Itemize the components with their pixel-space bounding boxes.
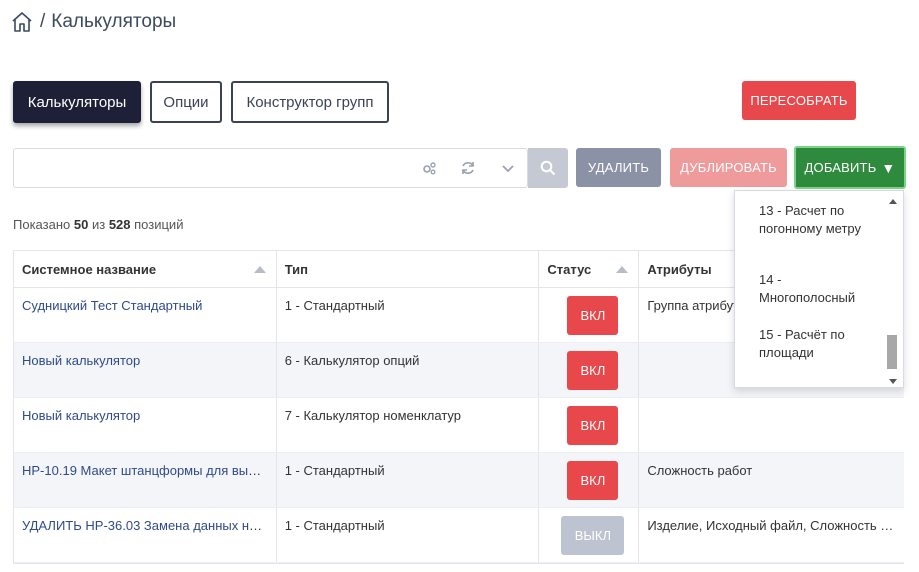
shown-count: 50 — [73, 217, 89, 232]
sort-asc-icon — [253, 266, 266, 273]
top-header: / Калькуляторы — [0, 0, 919, 52]
scroll-up-icon[interactable] — [889, 199, 897, 204]
add-dropdown-menu: 13 - Расчет по погонному метру 14 - Мног… — [734, 190, 904, 388]
status-toggle[interactable]: ВКЛ — [567, 406, 619, 445]
tab-label: Конструктор групп — [246, 93, 374, 111]
calculator-link[interactable]: Судницкий Тест Стандартный — [22, 298, 202, 313]
status-toggle[interactable]: ВКЛ — [567, 351, 619, 390]
cell-name[interactable]: Новый калькулятор — [14, 398, 277, 452]
header-label: Тип — [284, 262, 308, 277]
refresh-icon[interactable] — [460, 160, 476, 176]
status-label: ВКЛ — [580, 363, 606, 378]
attributes-text: Сложность работ — [647, 463, 753, 478]
attributes-text: Изделие, Исходный файл, Сложность работ — [647, 518, 905, 533]
cell-status: ВКЛ — [539, 288, 640, 342]
add-label: ДОБАВИТЬ — [804, 160, 877, 175]
type-text: 1 - Стандартный — [284, 463, 385, 478]
header-label: Системное название — [22, 262, 157, 277]
home-icon[interactable] — [10, 10, 34, 34]
settings-icon[interactable] — [421, 160, 437, 176]
table-row: УДАЛИТЬ НР-36.03 Замена данных на макете… — [14, 508, 904, 563]
status-label: ВКЛ — [580, 308, 606, 323]
breadcrumb: / Калькуляторы — [10, 10, 176, 34]
summary-prefix: Показано — [13, 217, 71, 232]
column-header-type[interactable]: Тип — [277, 251, 540, 287]
caret-down-icon: ▼ — [881, 159, 896, 176]
breadcrumb-separator: / — [40, 11, 46, 32]
cell-attributes: Сложность работ — [639, 453, 904, 507]
scrollbar-thumb[interactable] — [887, 335, 897, 369]
cell-attributes — [639, 398, 904, 452]
tab-calculators[interactable]: Калькуляторы — [13, 81, 141, 123]
tab-label: Калькуляторы — [27, 93, 127, 111]
cell-name[interactable]: Судницкий Тест Стандартный — [14, 288, 277, 342]
cell-status: ВКЛ — [539, 453, 640, 507]
scroll-down-icon[interactable] — [889, 379, 897, 384]
tab-options[interactable]: Опции — [150, 81, 222, 123]
page-title: Калькуляторы — [51, 11, 177, 32]
summary-suffix: позиций — [134, 217, 184, 232]
calculator-link[interactable]: НР-10.19 Макет штанцформы для вырубки — [22, 463, 276, 478]
column-header-status[interactable]: Статус — [539, 251, 640, 287]
column-header-name[interactable]: Системное название — [14, 251, 277, 287]
cell-status: ВЫКЛ — [539, 508, 640, 562]
calculator-link[interactable]: Новый калькулятор — [22, 353, 140, 368]
add-button[interactable]: ДОБАВИТЬ ▼ — [794, 146, 906, 189]
calculator-link[interactable]: Новый калькулятор — [22, 408, 140, 423]
header-label: Атрибуты — [647, 262, 712, 277]
delete-label: УДАЛИТЬ — [587, 160, 650, 175]
summary-mid: из — [91, 217, 106, 232]
calculator-link[interactable]: УДАЛИТЬ НР-36.03 Замена данных на макете — [22, 518, 276, 533]
table-row: Новый калькулятор 7 - Калькулятор номенк… — [14, 398, 904, 453]
search-icon — [540, 160, 556, 176]
search-box — [13, 148, 528, 188]
rebuild-button[interactable]: ПЕРЕСОБРАТЬ — [742, 81, 856, 120]
search-button[interactable] — [528, 148, 568, 188]
results-summary: Показано 50 из 528 позиций — [13, 217, 183, 232]
chevron-down-icon[interactable] — [500, 160, 516, 176]
duplicate-label: ДУБЛИРОВАТЬ — [680, 160, 777, 175]
cell-name[interactable]: Новый калькулятор — [14, 343, 277, 397]
status-toggle[interactable]: ВЫКЛ — [561, 516, 625, 555]
tab-group-constructor[interactable]: Конструктор групп — [231, 81, 389, 123]
cell-type: 1 - Стандартный — [277, 453, 540, 507]
tab-label: Опции — [163, 93, 209, 111]
header-label: Статус — [547, 262, 592, 277]
cell-status: ВКЛ — [539, 398, 640, 452]
status-label: ВЫКЛ — [574, 528, 612, 543]
status-toggle[interactable]: ВКЛ — [567, 296, 619, 335]
type-text: 6 - Калькулятор опций — [284, 353, 420, 368]
cell-type: 1 - Стандартный — [277, 288, 540, 342]
cell-type: 7 - Калькулятор номенклатур — [277, 398, 540, 452]
menu-item[interactable]: 14 - Многополосный — [759, 271, 879, 307]
table-row: НР-10.19 Макет штанцформы для вырубки 1 … — [14, 453, 904, 508]
duplicate-button[interactable]: ДУБЛИРОВАТЬ — [670, 148, 787, 187]
cell-type: 1 - Стандартный — [277, 508, 540, 562]
sort-asc-icon — [616, 266, 629, 273]
type-text: 1 - Стандартный — [284, 298, 385, 313]
cell-name[interactable]: НР-10.19 Макет штанцформы для вырубки — [14, 453, 277, 507]
type-text: 1 - Стандартный — [284, 518, 385, 533]
status-label: ВКЛ — [580, 473, 606, 488]
cell-type: 6 - Калькулятор опций — [277, 343, 540, 397]
rebuild-label: ПЕРЕСОБРАТЬ — [750, 93, 848, 108]
menu-item[interactable]: 13 - Расчет по погонному метру — [759, 202, 879, 238]
cell-status: ВКЛ — [539, 343, 640, 397]
cell-attributes: Изделие, Исходный файл, Сложность работ — [639, 508, 904, 562]
cell-name[interactable]: УДАЛИТЬ НР-36.03 Замена данных на макете — [14, 508, 277, 562]
dropdown-scrollbar[interactable] — [887, 193, 901, 387]
delete-button[interactable]: УДАЛИТЬ — [576, 148, 661, 187]
search-input[interactable] — [14, 149, 409, 187]
status-label: ВКЛ — [580, 418, 606, 433]
menu-item[interactable]: 15 - Расчёт по площади — [759, 326, 879, 362]
status-toggle[interactable]: ВКЛ — [567, 461, 619, 500]
type-text: 7 - Калькулятор номенклатур — [284, 408, 462, 423]
total-count: 528 — [108, 217, 131, 232]
